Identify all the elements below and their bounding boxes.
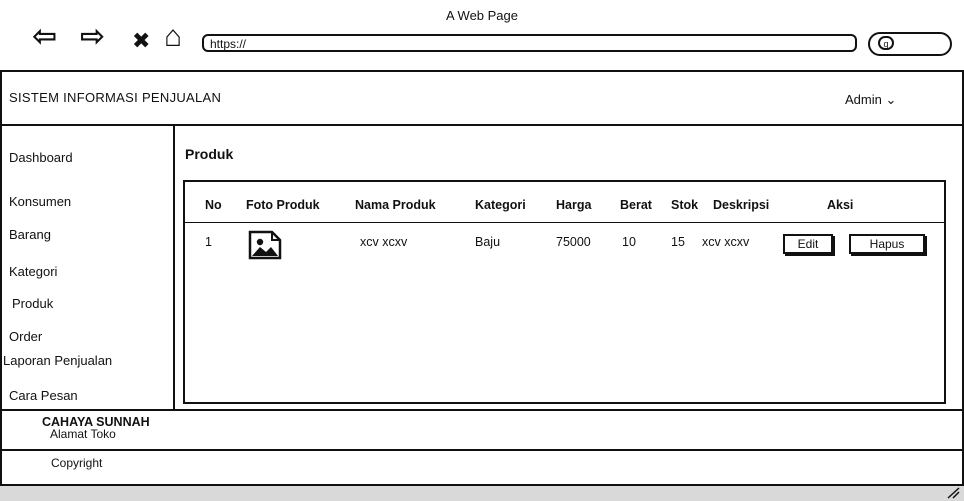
- image-icon: [248, 230, 282, 265]
- hapus-button[interactable]: Hapus: [849, 234, 925, 254]
- browser-chrome: A Web Page ⇦ ⇨ ✖ ⌂ https:// q: [0, 0, 964, 72]
- column-header-stok: Stok: [671, 198, 699, 212]
- cell-stok: 15: [671, 235, 685, 249]
- sidebar-item-produk[interactable]: Produk: [12, 296, 53, 311]
- copyright-text: Copyright: [51, 456, 103, 470]
- column-header-harga: Harga: [556, 198, 592, 212]
- cell-kategori: Baju: [475, 235, 501, 249]
- cell-deskripsi: xcv xcxv: [702, 235, 750, 249]
- forward-arrow-icon[interactable]: ⇨: [80, 22, 105, 52]
- store-address: Alamat Toko: [50, 427, 116, 441]
- status-bar: [0, 486, 964, 501]
- back-arrow-icon[interactable]: ⇦: [32, 22, 57, 52]
- column-header-aksi: Aksi: [827, 198, 854, 212]
- resize-handle-icon[interactable]: [946, 487, 960, 499]
- sidebar-item-kategori[interactable]: Kategori: [9, 264, 57, 279]
- column-header-kategori: Kategori: [475, 198, 526, 212]
- copyright-bar: Copyright: [0, 451, 964, 486]
- column-header-no: No: [205, 198, 222, 212]
- sidebar: Dashboard Konsumen Barang Kategori Produ…: [0, 126, 175, 409]
- window-title: A Web Page: [445, 8, 519, 23]
- page-title: Produk: [185, 146, 234, 162]
- cell-nama-produk: xcv xcxv: [360, 235, 408, 249]
- search-icon: q: [878, 36, 894, 50]
- main-content: Produk No Foto Produk Nama Produk Katego…: [175, 126, 964, 409]
- header-divider: [185, 222, 944, 223]
- app-title: SISTEM INFORMASI PENJUALAN: [9, 90, 222, 105]
- column-header-nama-produk: Nama Produk: [355, 198, 436, 212]
- sidebar-item-laporan-penjualan[interactable]: Laporan Penjualan: [3, 353, 112, 368]
- address-bar[interactable]: https://: [202, 34, 857, 52]
- column-header-foto-produk: Foto Produk: [246, 198, 320, 212]
- search-box[interactable]: q: [868, 32, 952, 56]
- admin-menu[interactable]: Admin ⌄: [845, 92, 896, 108]
- cell-harga: 75000: [556, 235, 591, 249]
- product-table: No Foto Produk Nama Produk Kategori Harg…: [183, 180, 946, 404]
- sidebar-item-order[interactable]: Order: [9, 329, 42, 344]
- sidebar-item-dashboard[interactable]: Dashboard: [9, 150, 73, 165]
- app-header: SISTEM INFORMASI PENJUALAN Admin ⌄: [0, 72, 964, 126]
- edit-button[interactable]: Edit: [783, 234, 833, 254]
- column-header-deskripsi: Deskripsi: [713, 198, 770, 212]
- cell-no: 1: [205, 235, 212, 249]
- sidebar-item-cara-pesan[interactable]: Cara Pesan: [9, 388, 78, 403]
- store-footer: CAHAYA SUNNAH Alamat Toko: [0, 409, 964, 451]
- sidebar-item-konsumen[interactable]: Konsumen: [9, 194, 71, 209]
- close-icon[interactable]: ✖: [132, 26, 150, 56]
- column-header-berat: Berat: [620, 198, 652, 212]
- home-icon[interactable]: ⌂: [164, 22, 182, 52]
- cell-berat: 10: [622, 235, 636, 249]
- sidebar-item-barang[interactable]: Barang: [9, 227, 51, 242]
